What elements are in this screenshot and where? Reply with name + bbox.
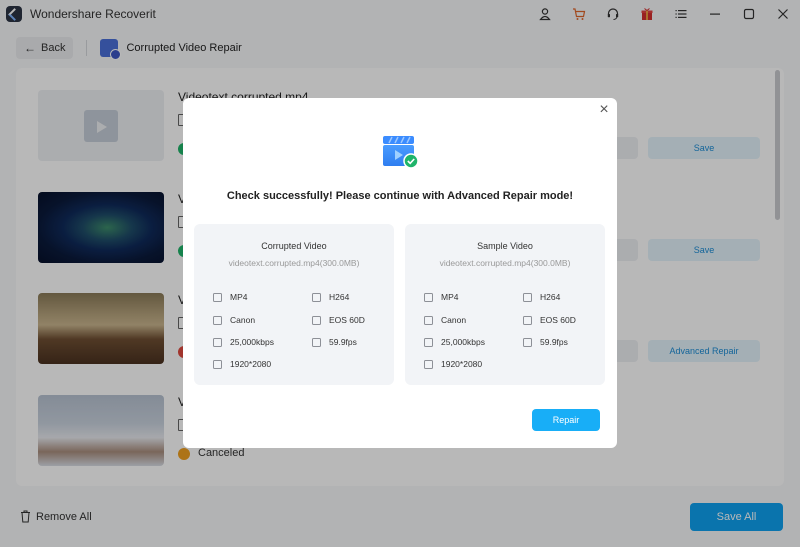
prop-codec: H264 bbox=[312, 292, 349, 302]
sample-video-card: Sample Video videotext.corrupted.mp4(300… bbox=[405, 224, 605, 385]
repair-button[interactable]: Repair bbox=[532, 409, 600, 431]
prop-format: MP4 bbox=[424, 292, 458, 302]
codec-icon bbox=[523, 292, 532, 302]
prop-value: H264 bbox=[329, 292, 350, 302]
resolution-icon bbox=[213, 359, 222, 369]
dialog-message: Check successfully! Please continue with… bbox=[226, 190, 574, 202]
prop-value: 59.9fps bbox=[329, 337, 357, 347]
prop-value: EOS 60D bbox=[540, 315, 576, 325]
prop-brand: Canon bbox=[424, 315, 466, 325]
prop-value: 25,000kbps bbox=[230, 337, 274, 347]
fps-icon bbox=[523, 337, 532, 347]
camera-brand-icon bbox=[424, 315, 433, 325]
format-icon bbox=[213, 292, 222, 302]
resolution-icon bbox=[424, 359, 433, 369]
card-title: Sample Video bbox=[477, 241, 533, 251]
prop-value: Canon bbox=[230, 315, 256, 325]
format-icon bbox=[424, 292, 433, 302]
corrupted-video-card: Corrupted Video videotext.corrupted.mp4(… bbox=[194, 224, 394, 385]
prop-bitrate: 25,000kbps bbox=[213, 337, 274, 347]
bitrate-icon bbox=[213, 337, 222, 347]
camera-model-icon bbox=[312, 315, 321, 325]
prop-value: MP4 bbox=[441, 292, 459, 302]
codec-icon bbox=[312, 292, 321, 302]
prop-codec: H264 bbox=[523, 292, 560, 302]
camera-brand-icon bbox=[213, 315, 222, 325]
card-filename: videotext.corrupted.mp4(300.0MB) bbox=[439, 258, 571, 268]
prop-value: EOS 60D bbox=[329, 315, 365, 325]
card-filename: videotext.corrupted.mp4(300.0MB) bbox=[228, 258, 360, 268]
prop-value: H264 bbox=[540, 292, 561, 302]
prop-fps: 59.9fps bbox=[523, 337, 568, 347]
prop-format: MP4 bbox=[213, 292, 247, 302]
prop-value: MP4 bbox=[230, 292, 248, 302]
prop-brand: Canon bbox=[213, 315, 255, 325]
prop-resolution: 1920*2080 bbox=[213, 359, 271, 369]
prop-bitrate: 25,000kbps bbox=[424, 337, 485, 347]
bitrate-icon bbox=[424, 337, 433, 347]
fps-icon bbox=[312, 337, 321, 347]
prop-value: 1920*2080 bbox=[441, 359, 483, 369]
prop-resolution: 1920*2080 bbox=[424, 359, 482, 369]
prop-value: Canon bbox=[441, 315, 467, 325]
prop-model: EOS 60D bbox=[523, 315, 576, 325]
prop-value: 59.9fps bbox=[540, 337, 568, 347]
card-title: Corrupted Video bbox=[261, 241, 327, 251]
prop-model: EOS 60D bbox=[312, 315, 365, 325]
prop-value: 25,000kbps bbox=[441, 337, 485, 347]
check-result-dialog: × Check successfully! Please continue wi… bbox=[183, 98, 617, 448]
video-check-icon bbox=[383, 136, 419, 169]
prop-fps: 59.9fps bbox=[312, 337, 357, 347]
camera-model-icon bbox=[523, 315, 532, 325]
close-icon[interactable]: × bbox=[597, 102, 611, 118]
prop-value: 1920*2080 bbox=[230, 359, 272, 369]
